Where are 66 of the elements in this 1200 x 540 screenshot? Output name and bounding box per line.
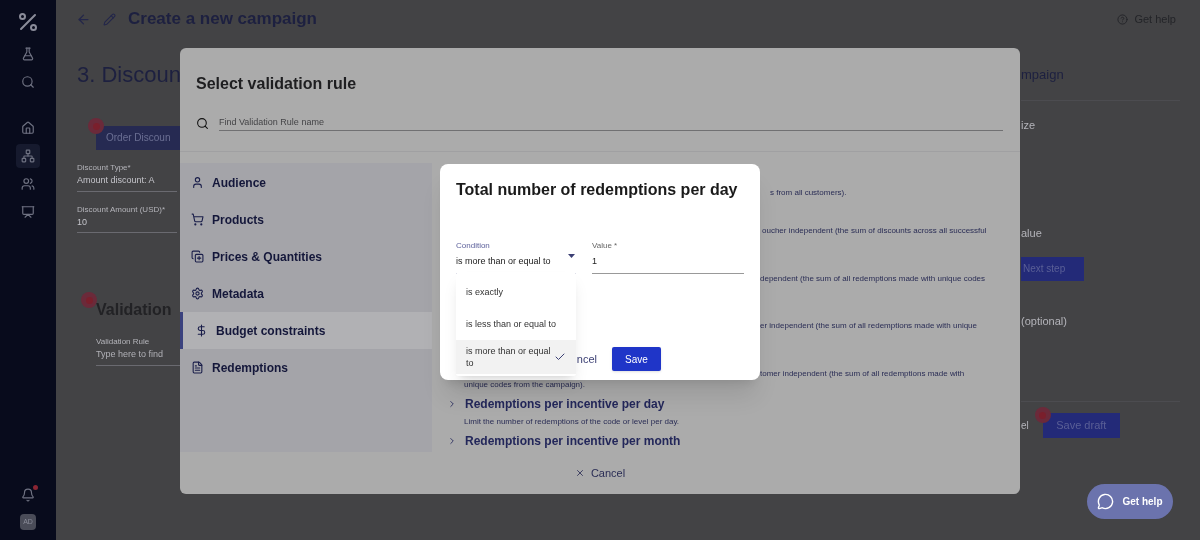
field-label: Discount Amount (USD)* <box>77 203 167 216</box>
gear-icon <box>191 287 204 300</box>
dialog-title: Select validation rule <box>196 74 357 94</box>
search-field[interactable]: Find Validation Rule name <box>219 115 1003 132</box>
board-icon <box>21 205 35 219</box>
field-label: Discount Type* <box>77 162 132 174</box>
menu-item[interactable]: is less than or equal to <box>456 308 576 340</box>
rule-item[interactable]: Redemptions per incentive per month <box>432 432 1020 450</box>
chevron-right-icon <box>447 436 457 446</box>
rule-description: er independent (the sum of all redemptions made with unique <box>760 320 978 331</box>
check-icon <box>554 351 566 363</box>
bell-icon[interactable] <box>21 488 35 502</box>
sidebar-item[interactable] <box>16 144 40 168</box>
option-label: ize <box>1021 117 1036 133</box>
field-value: is more than or equal to <box>456 255 552 268</box>
add-icon <box>191 250 204 263</box>
people-icon <box>21 177 35 191</box>
cancel-button[interactable]: Cancel <box>574 464 626 482</box>
option-label: (optional) <box>1021 313 1067 329</box>
dollar-icon <box>195 324 208 337</box>
cancel-button[interactable]: ncel <box>576 350 597 368</box>
list-icon <box>191 361 204 374</box>
search-icon <box>21 75 35 89</box>
text-field[interactable]: Discount Amount (USD)* 10 <box>77 203 177 233</box>
chevron-right-icon <box>447 399 457 409</box>
rule-description: unique codes from the campaign). <box>464 379 585 390</box>
field-placeholder: Type here to find <box>96 348 165 361</box>
flask-icon <box>21 47 35 61</box>
field-label: Condition <box>456 240 491 252</box>
close-icon <box>574 468 585 478</box>
rule-description: s from all customers). <box>770 187 847 198</box>
rule-description: dependent (the sum of all redemptions made with unique codes <box>760 273 986 284</box>
help-icon <box>1117 13 1129 25</box>
menu-item[interactable]: is exactly <box>456 276 576 308</box>
field-value: Amount discount: A <box>77 174 156 187</box>
category-item[interactable]: Metadata <box>180 275 432 312</box>
category-item[interactable]: Prices & Quantities <box>180 238 432 275</box>
rule-description: Limit the number of redemptions of the code or level per day. <box>464 416 680 427</box>
option-label: alue <box>1021 226 1042 241</box>
field-value: 10 <box>77 215 88 229</box>
value-field[interactable]: Value * 1 <box>592 240 744 274</box>
category-item[interactable]: Budget constraints <box>180 312 432 349</box>
field-value: 1 <box>592 255 598 268</box>
save-button[interactable]: Save <box>612 347 661 371</box>
category-item[interactable]: Audience <box>180 164 432 201</box>
dialog-title: Total number of redemptions per day <box>456 180 739 200</box>
person-icon <box>191 176 204 189</box>
menu-item[interactable]: is more than or equal to <box>456 340 576 374</box>
logo-icon <box>16 10 40 34</box>
chat-icon <box>1097 493 1115 510</box>
search-icon <box>196 117 209 130</box>
category-item[interactable]: Redemptions <box>180 349 432 386</box>
hierarchy-icon <box>21 149 35 163</box>
dropdown-caret-icon <box>568 253 575 258</box>
home-icon <box>21 121 35 135</box>
chat-help-button[interactable]: Get help <box>1087 484 1173 519</box>
field-label: Value * <box>592 240 619 252</box>
category-item[interactable]: Products <box>180 201 432 238</box>
cart-icon <box>191 213 204 226</box>
text-field[interactable]: Discount Type* Amount discount: A <box>77 162 177 192</box>
rule-description: oucher independent (the sum of discounts across all successful <box>762 225 987 236</box>
rule-description: tomer independent (the sum of all redemptions made with <box>760 368 965 379</box>
field-label: Validation Rule <box>96 336 151 348</box>
rule-item[interactable]: Redemptions per incentive per day <box>432 395 1020 413</box>
pencil-icon <box>103 12 116 26</box>
cancel-link[interactable]: el <box>1021 418 1029 433</box>
